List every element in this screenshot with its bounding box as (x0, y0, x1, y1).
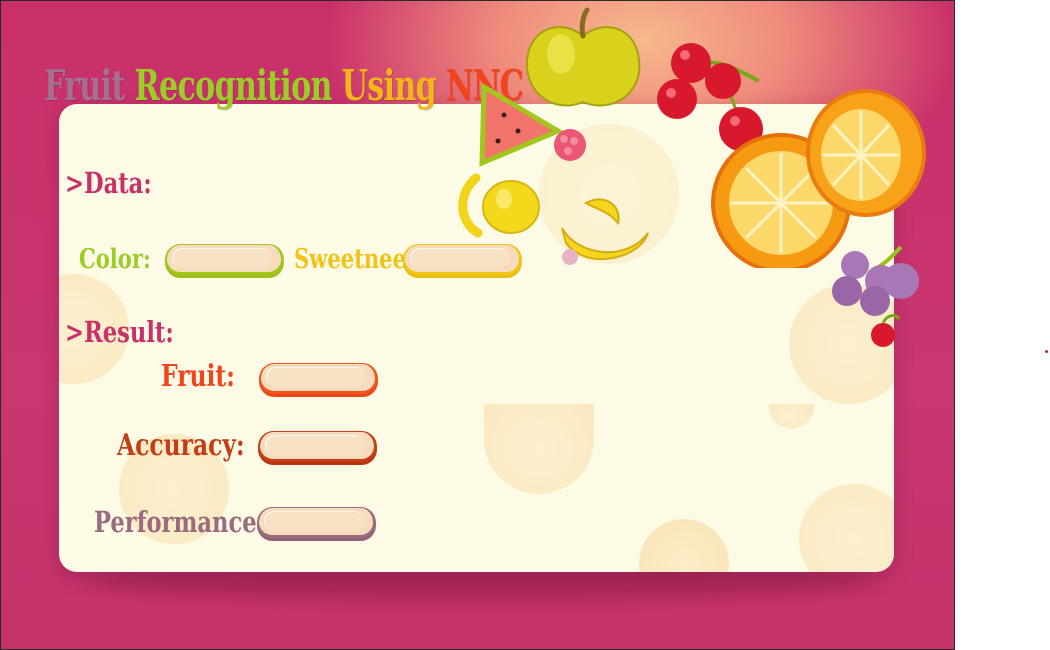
fruit-output (259, 363, 378, 394)
orange-slice-decor (799, 484, 894, 572)
title-word-recognition: Recognition (134, 61, 333, 110)
accuracy-label: Accuracy: (117, 428, 245, 463)
color-input[interactable] (165, 244, 284, 275)
performance-output (257, 507, 376, 538)
sweetness-input[interactable] (403, 244, 522, 275)
app-window: Fruit Recognition Using NNC >Data: Color… (0, 0, 955, 650)
fruit-label: Fruit: (161, 359, 235, 394)
app-title: Fruit Recognition Using NNC (44, 61, 524, 110)
title-word-using: Using (341, 61, 437, 110)
watermelon-slice-icon (479, 83, 586, 167)
section-result-heading: >Result: (65, 315, 174, 349)
section-data-heading: >Data: (65, 166, 152, 200)
accuracy-output (258, 431, 377, 462)
grapes-icon (832, 245, 919, 347)
orange-halves-icon (711, 89, 926, 268)
banana-icon (561, 198, 649, 265)
orange-slice-decor (769, 404, 814, 429)
lemon-icon (458, 173, 540, 238)
orange-slice-decor (639, 519, 729, 572)
performance-label: Performance: (94, 505, 266, 539)
color-label: Color: (79, 244, 151, 275)
orange-slice-decor (484, 404, 594, 494)
title-word-fruit: Fruit (44, 61, 125, 110)
stray-marker (1045, 350, 1048, 353)
